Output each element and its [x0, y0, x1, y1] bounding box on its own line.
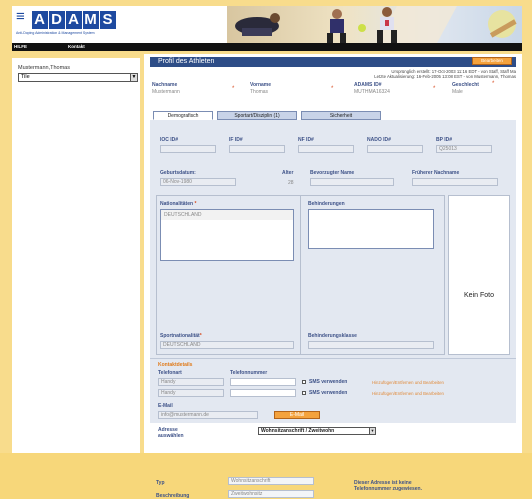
birthdate-field[interactable]: 06-Nov-1980 — [160, 178, 236, 186]
logo-letter: S — [100, 11, 117, 29]
preferred-name-field[interactable] — [310, 178, 394, 186]
no-phone-note-2: Telefonnummer zugewiesen. — [354, 486, 422, 492]
main-content: Profil des Athleten Bearbeiten Ursprüngl… — [144, 54, 522, 499]
if-id-label: IF ID# — [229, 137, 243, 143]
screen: ≡ ADAMS Anti-Doping Administration & Man… — [0, 0, 532, 499]
phone-type-field[interactable]: Handy — [158, 378, 224, 386]
no-photo-text: Kein Foto — [464, 292, 494, 299]
phone-type-field[interactable]: Handy — [158, 389, 224, 397]
edit-phone-link[interactable]: Hinzufügen/Entfernen und Bearbeiten — [372, 380, 444, 385]
address-select-value: Wohnsitzanschrift / Zweitwohn — [261, 428, 335, 434]
handicap-class-label: Behinderungsklasse — [308, 333, 357, 339]
sms-checkbox[interactable] — [302, 380, 306, 384]
email-label: E-Mail — [158, 403, 173, 409]
if-id-field[interactable] — [229, 145, 285, 153]
phone-number-field[interactable] — [230, 378, 296, 386]
panel-divider — [300, 195, 301, 355]
contact-details-header: Kontaktdetails — [158, 362, 193, 368]
sms-label: SMS verwenden — [309, 379, 348, 385]
nationalities-label: Nationalitäten * — [160, 201, 197, 207]
email-field[interactable]: info@mustermann.de — [158, 411, 258, 419]
nf-id-label: NF ID# — [298, 137, 314, 143]
address-select-label: auswählen — [158, 433, 184, 439]
divider — [150, 358, 516, 359]
left-sidebar: Mustermann,Thomas Tile ▼ — [12, 58, 140, 453]
former-lastname-label: Früherer Nachname — [412, 170, 460, 176]
sms-label: SMS verwenden — [309, 390, 348, 396]
current-user-name: Mustermann,Thomas — [18, 65, 70, 71]
ioc-id-field[interactable] — [160, 145, 216, 153]
top-menu-bar: HILFE Kontakt — [12, 43, 522, 51]
logo-arrow-icon: ≡ — [16, 8, 26, 25]
sport-nationality-field[interactable]: DEUTSCHLAND — [160, 341, 294, 349]
adams-id-label: ADAMS ID# — [354, 82, 382, 88]
ioc-id-label: IOC ID# — [160, 137, 179, 143]
nado-id-label: NADO ID# — [367, 137, 391, 143]
handicaps-label: Behinderungen — [308, 201, 345, 207]
lastname-value: Mustermann — [152, 89, 180, 95]
firstname-label: Vorname — [250, 82, 272, 88]
description-label: Beschreibung — [156, 493, 190, 499]
page-title: Profil des Athleten — [158, 58, 215, 65]
sms-checkbox[interactable] — [302, 391, 306, 395]
firstname-value: Thomas — [250, 89, 269, 95]
page-title-bar: Profil des Athleten — [150, 57, 516, 67]
type-field[interactable]: Wohnsitzanschrift — [228, 477, 314, 485]
menu-contact[interactable]: Kontakt — [68, 43, 85, 51]
gender-value: Male — [452, 89, 463, 95]
nationality-item[interactable]: DEUTSCHLAND — [161, 210, 293, 220]
phone-number-field[interactable] — [230, 389, 296, 397]
birthdate-label: Geburtsdatum: — [160, 170, 196, 176]
age-value: 28 — [288, 180, 294, 186]
phone-type-label: Telefonart — [158, 370, 182, 376]
sport-nationality-label: Sportnationalität* — [160, 333, 202, 339]
edit-phone-link[interactable]: Hinzufügen/Entfernen und Bearbeiten — [372, 391, 444, 396]
required-marker: * — [492, 81, 495, 87]
required-marker: * — [331, 86, 334, 92]
updated-info: Letzte Aktualisierung: 16-Feb-2005 13:08… — [374, 74, 516, 79]
chevron-down-icon[interactable]: ▼ — [369, 428, 375, 434]
phone-number-label: Telefonnummer — [230, 370, 268, 376]
role-select[interactable]: Tile ▼ — [18, 73, 138, 82]
address-select[interactable]: Wohnsitzanschrift / Zweitwohn ▼ — [258, 427, 376, 435]
logo-letter: M — [83, 11, 100, 29]
email-button[interactable]: E-Mail — [274, 411, 320, 419]
demographic-form: IOC ID# IF ID# NF ID# NADO ID# BP ID# Q2… — [150, 120, 516, 453]
nationalities-list[interactable]: DEUTSCHLAND — [160, 209, 294, 261]
lastname-label: Nachname — [152, 82, 178, 88]
athletes-illustration — [235, 6, 517, 43]
bp-id-field[interactable]: Q25013 — [436, 145, 492, 153]
nf-id-field[interactable] — [298, 145, 354, 153]
former-lastname-field[interactable] — [412, 178, 498, 186]
bp-id-label: BP ID# — [436, 137, 453, 143]
preferred-name-label: Bevorzugter Name — [310, 170, 355, 176]
logo-letter: A — [66, 11, 83, 29]
age-label: Alter — [282, 170, 294, 176]
handicap-class-field[interactable] — [308, 341, 434, 349]
adams-logo[interactable]: ≡ ADAMS — [16, 8, 117, 30]
tab-demographic[interactable]: Demografisch — [153, 111, 213, 120]
role-select-value: Tile — [21, 74, 30, 80]
type-label: Typ — [156, 480, 165, 486]
required-marker: * — [232, 86, 235, 92]
logo-letter: A — [32, 11, 49, 29]
tab-sport-discipline[interactable]: Sportart/Disziplin (1) — [217, 111, 297, 120]
menu-help[interactable]: HILFE — [14, 43, 27, 51]
tab-security[interactable]: Sicherheit — [301, 111, 381, 120]
chevron-down-icon[interactable]: ▼ — [130, 74, 137, 81]
required-marker: * — [433, 86, 436, 92]
athletes-banner-image — [227, 6, 522, 43]
photo-box — [448, 195, 510, 355]
app-header: ≡ ADAMS Anti-Doping Administration & Man… — [12, 6, 522, 43]
gender-label: Geschlecht — [452, 82, 479, 88]
description-field[interactable]: Zweitwohnsitz — [228, 490, 314, 498]
logo-tagline: Anti-Doping Administration & Management … — [16, 31, 95, 35]
edit-button[interactable]: Bearbeiten — [472, 57, 512, 65]
adams-id-value: MUTHMA16324 — [354, 89, 390, 95]
handicaps-list[interactable] — [308, 209, 434, 249]
logo-letter: D — [49, 11, 66, 29]
nado-id-field[interactable] — [367, 145, 423, 153]
